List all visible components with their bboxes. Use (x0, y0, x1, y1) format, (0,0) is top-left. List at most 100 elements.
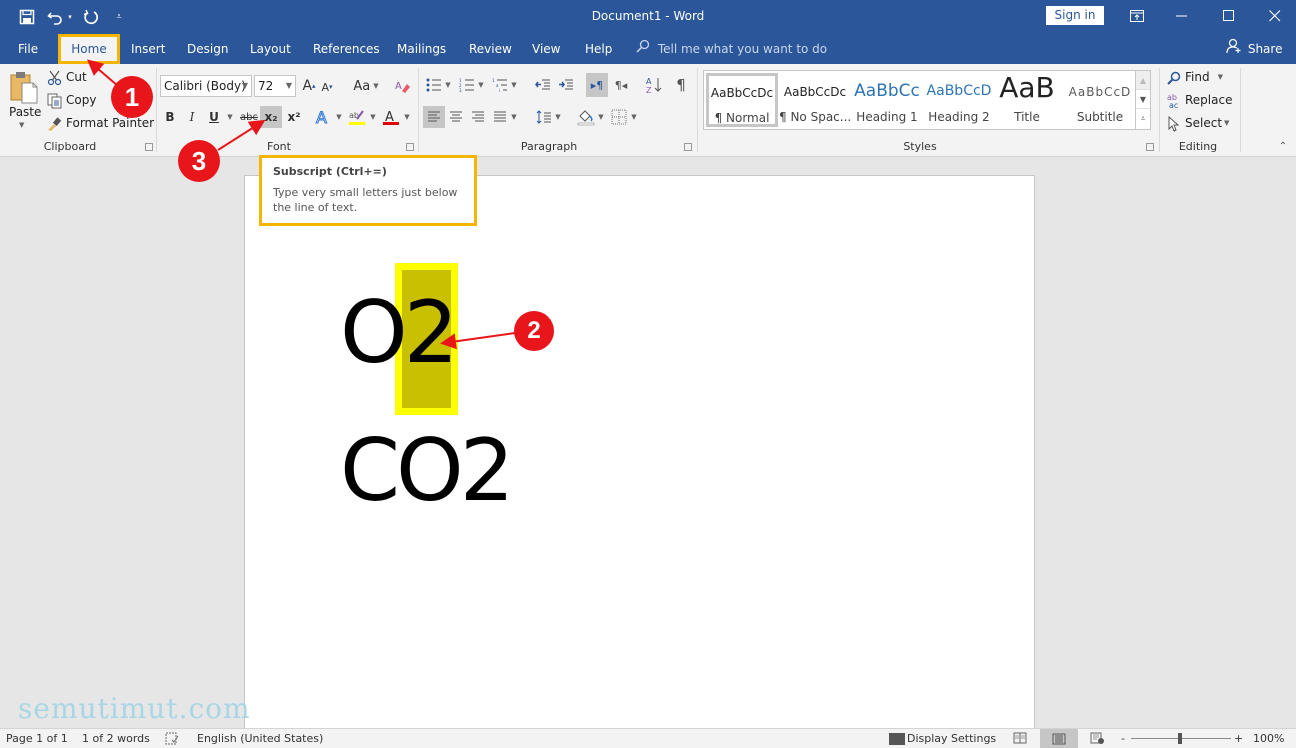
text-effects-dropdown-icon[interactable]: ▼ (335, 110, 343, 124)
copy-button[interactable]: Copy (66, 93, 96, 107)
font-size-combo[interactable]: 72 ▼ (254, 75, 296, 97)
print-layout-icon[interactable] (1040, 729, 1078, 748)
zoom-slider-thumb[interactable] (1178, 733, 1182, 744)
tab-help[interactable]: Help (585, 34, 612, 64)
shading-icon[interactable] (576, 106, 596, 128)
web-layout-icon[interactable] (1090, 732, 1104, 747)
language-status[interactable]: English (United States) (197, 732, 323, 745)
zoom-out-button[interactable]: - (1121, 732, 1125, 745)
underline-dropdown-icon[interactable]: ▼ (226, 110, 234, 124)
line-spacing-dropdown-icon[interactable]: ▼ (554, 110, 562, 124)
tab-review[interactable]: Review (469, 34, 512, 64)
tab-file[interactable]: File (18, 34, 38, 64)
align-left-icon[interactable] (423, 106, 445, 128)
sign-in-button[interactable]: Sign in (1046, 6, 1104, 25)
read-mode-icon[interactable] (1013, 732, 1027, 747)
select-button[interactable]: Select ▼ (1185, 116, 1229, 130)
tab-references[interactable]: References (313, 34, 380, 64)
bullets-icon[interactable] (425, 76, 443, 94)
sort-icon[interactable]: AZ (643, 74, 665, 96)
grow-font-icon[interactable]: A ▴ (301, 77, 317, 95)
text-effects-icon[interactable]: A (314, 107, 334, 127)
tab-layout[interactable]: Layout (250, 34, 291, 64)
change-case-button[interactable]: Aa ▼ (352, 77, 380, 95)
numbering-dropdown-icon[interactable]: ▼ (477, 78, 485, 92)
gallery-more-icon[interactable]: ⩡ (1136, 109, 1150, 128)
paragraph-dialog-launcher[interactable] (684, 143, 692, 151)
style-no-spacing[interactable]: AaBbCcDc ¶ No Spac... (779, 73, 851, 127)
page-count[interactable]: Page 1 of 1 (6, 732, 68, 745)
bullets-dropdown-icon[interactable]: ▼ (444, 78, 452, 92)
font-name-combo[interactable]: Calibri (Body) ▼ (160, 75, 252, 97)
decrease-indent-icon[interactable] (534, 76, 552, 94)
paste-icon[interactable] (8, 70, 40, 104)
paragraph-group-label: Paragraph (520, 140, 578, 153)
ribbon-display-options-icon[interactable] (1127, 6, 1147, 26)
format-painter-button[interactable]: Format Painter (66, 116, 154, 130)
close-icon[interactable] (1265, 6, 1285, 26)
style-heading-2[interactable]: AaBbCcD Heading 2 (923, 73, 995, 127)
shading-dropdown-icon[interactable]: ▼ (597, 110, 605, 124)
zoom-in-button[interactable]: + (1234, 732, 1243, 745)
minimize-icon[interactable] (1172, 6, 1192, 26)
font-color-dropdown-icon[interactable]: ▼ (403, 110, 411, 124)
tab-design[interactable]: Design (187, 34, 228, 64)
style-title[interactable]: AaB Title (991, 71, 1063, 127)
paste-dropdown-icon[interactable]: ▼ (19, 121, 24, 129)
shrink-font-icon[interactable]: A ▾ (320, 79, 334, 95)
style-subtitle[interactable]: AaBbCcD Subtitle (1064, 73, 1136, 127)
multilevel-dropdown-icon[interactable]: ▼ (510, 78, 518, 92)
maximize-icon[interactable] (1219, 6, 1239, 26)
tab-insert[interactable]: Insert (131, 34, 165, 64)
clear-formatting-icon[interactable]: A (394, 77, 412, 95)
share-button[interactable]: Share (1226, 34, 1282, 64)
paste-button[interactable]: Paste (9, 105, 41, 119)
zoom-level[interactable]: 100% (1253, 732, 1284, 745)
highlight-dropdown-icon[interactable]: ▼ (369, 110, 377, 124)
replace-button[interactable]: Replace (1185, 93, 1232, 107)
subscript-button[interactable]: x₂ (260, 106, 282, 128)
tab-mailings[interactable]: Mailings (397, 34, 446, 64)
borders-dropdown-icon[interactable]: ▼ (630, 110, 638, 124)
superscript-button[interactable]: x² (284, 106, 304, 128)
strikethrough-button[interactable]: abc (238, 108, 260, 126)
justify-dropdown-icon[interactable]: ▼ (510, 110, 518, 124)
align-right-icon[interactable] (468, 106, 488, 128)
right-to-left-button[interactable]: ¶◂ (610, 73, 632, 97)
style-normal[interactable]: AaBbCcDc ¶ Normal (706, 73, 778, 127)
italic-button[interactable]: I (185, 108, 199, 126)
gallery-scroll-up-icon[interactable]: ▲ (1136, 71, 1150, 90)
find-button[interactable]: Find ▼ (1185, 70, 1223, 84)
font-size-value: 72 (258, 79, 274, 93)
word-count[interactable]: 1 of 2 words (82, 732, 150, 745)
borders-icon[interactable] (609, 106, 629, 128)
document-line-o2[interactable]: O2 (340, 290, 458, 376)
left-to-right-button[interactable]: ▸¶ (586, 73, 608, 97)
tab-home[interactable]: Home (58, 34, 120, 64)
gallery-scroll-down-icon[interactable]: ▼ (1136, 90, 1150, 109)
proofing-icon[interactable] (165, 732, 179, 748)
increase-indent-icon[interactable] (557, 76, 575, 94)
cut-button[interactable]: Cut (66, 70, 87, 84)
multilevel-list-icon[interactable]: 1ai (491, 76, 509, 94)
tab-view[interactable]: View (532, 34, 560, 64)
highlight-color-icon[interactable]: ab (347, 107, 367, 127)
numbering-icon[interactable]: 123 (458, 76, 476, 94)
show-formatting-marks-icon[interactable]: ¶ (672, 74, 690, 96)
styles-dialog-launcher[interactable] (1146, 143, 1154, 151)
tell-me-search[interactable]: Tell me what you want to do (636, 34, 827, 64)
font-dialog-launcher[interactable] (406, 143, 414, 151)
collapse-ribbon-icon[interactable]: ⌃ (1276, 140, 1290, 152)
underline-button[interactable]: U (207, 108, 221, 126)
align-center-icon[interactable] (446, 106, 466, 128)
style-heading-1[interactable]: AaBbCc Heading 1 (851, 73, 923, 127)
bold-button[interactable]: B (163, 108, 177, 126)
clipboard-dialog-launcher[interactable] (145, 143, 153, 151)
font-color-icon[interactable]: A (381, 107, 401, 127)
document-line-co2[interactable]: CO2 (340, 428, 514, 514)
style-preview: AaBbCcD (926, 83, 992, 99)
justify-icon[interactable] (490, 106, 510, 128)
svg-text:A: A (395, 81, 402, 92)
display-settings-button[interactable]: Display Settings (889, 732, 996, 745)
line-spacing-icon[interactable] (534, 106, 554, 128)
